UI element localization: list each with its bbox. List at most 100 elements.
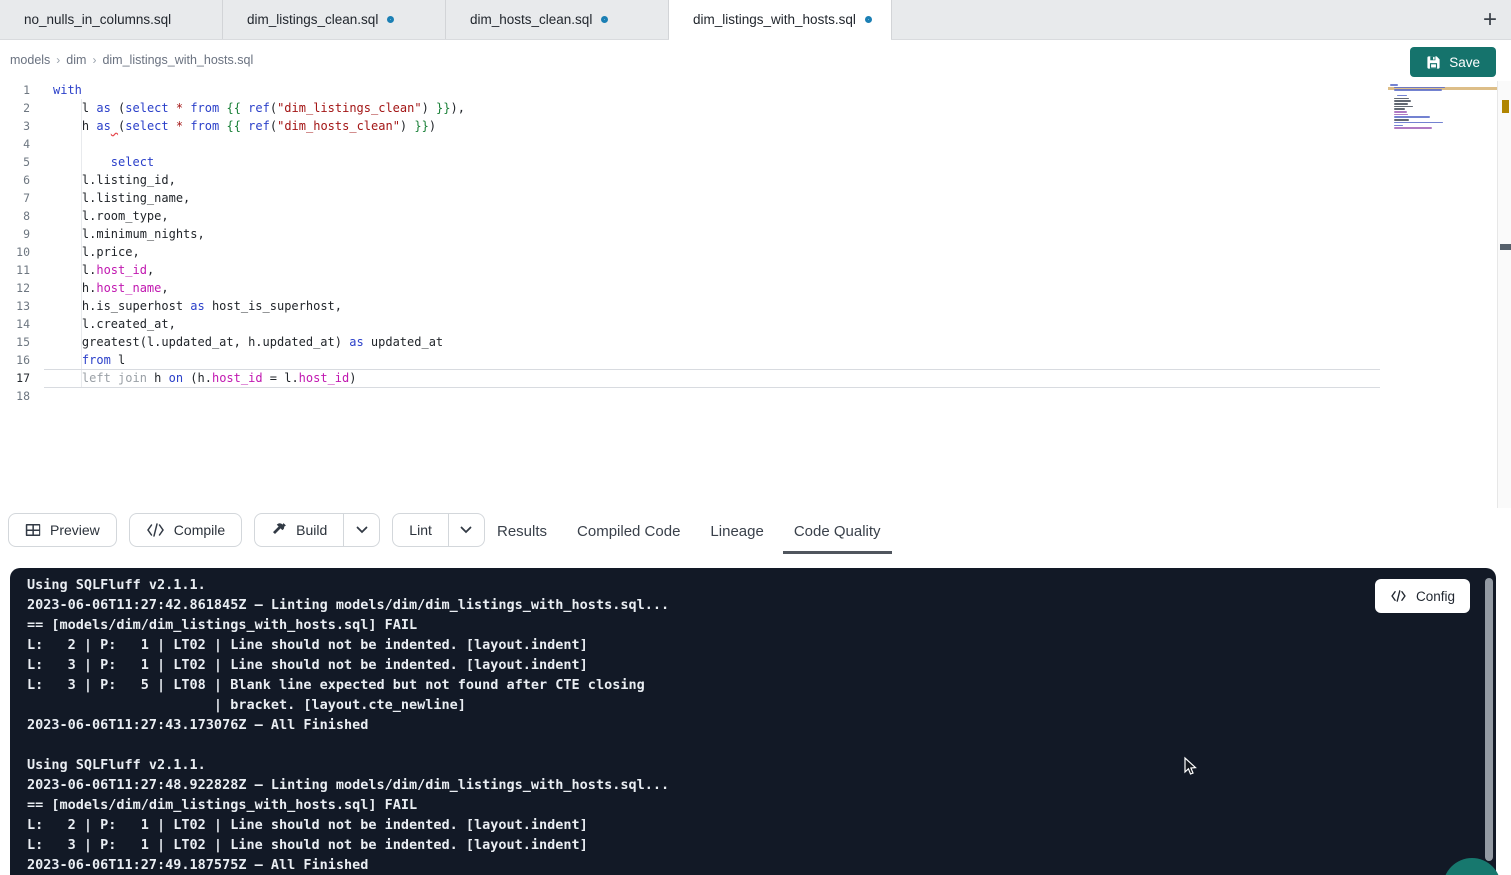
code-line[interactable]: 9 l.minimum_nights, <box>0 225 1497 243</box>
code-text: h.is_superhost as host_is_superhost, <box>53 297 342 315</box>
code-text: left join h on (h.host_id = l.host_id) <box>53 369 356 387</box>
editor-lines: 1with2 l as (select * from {{ ref("dim_l… <box>0 81 1497 405</box>
code-line[interactable]: 18 <box>0 387 1497 405</box>
breadcrumb-item[interactable]: dim_listings_with_hosts.sql <box>102 53 253 67</box>
line-number: 18 <box>0 387 30 405</box>
editor-scrollbar[interactable] <box>1497 81 1511 508</box>
config-button-label: Config <box>1416 589 1455 604</box>
config-button[interactable]: Config <box>1375 579 1470 613</box>
code-icon <box>1390 590 1407 602</box>
breadcrumb-items: models›dim›dim_listings_with_hosts.sql <box>10 53 253 67</box>
terminal-line: 2023-06-06T11:27:43.173076Z — All Finish… <box>27 715 1496 735</box>
panel-tabs: Results Compiled Code Lineage Code Quality <box>497 508 881 555</box>
terminal-line: L: 2 | P: 1 | LT02 | Line should not be … <box>27 635 1496 655</box>
code-line[interactable]: 13 h.is_superhost as host_is_superhost, <box>0 297 1497 315</box>
action-toolbar: Preview Compile Build Lint <box>0 508 1511 556</box>
code-line[interactable]: 8 l.room_type, <box>0 207 1497 225</box>
build-button[interactable]: Build <box>255 514 343 546</box>
code-line[interactable]: 16 from l <box>0 351 1497 369</box>
terminal-line: L: 2 | P: 1 | LT02 | Line should not be … <box>27 815 1496 835</box>
code-line[interactable]: 11 l.host_id, <box>0 261 1497 279</box>
terminal-line: Using SQLFluff v2.1.1. <box>27 755 1496 775</box>
breadcrumb: models›dim›dim_listings_with_hosts.sql <box>0 40 1511 80</box>
line-number: 10 <box>0 243 30 261</box>
minimap-line <box>1394 98 1410 100</box>
minimap-line <box>1397 95 1406 97</box>
minimap[interactable] <box>1388 84 1478 204</box>
compile-button[interactable]: Compile <box>129 513 242 547</box>
code-text: l.host_id, <box>53 261 154 279</box>
code-line[interactable]: 15 greatest(l.updated_at, h.updated_at) … <box>0 333 1497 351</box>
build-button-label: Build <box>296 522 327 538</box>
terminal-panel: Using SQLFluff v2.1.1. 2023-06-06T11:27:4… <box>10 568 1496 875</box>
terminal-line: == [models/dim/dim_listings_with_hosts.s… <box>27 795 1496 815</box>
editor-tab[interactable]: dim_hosts_clean.sql <box>446 0 669 39</box>
minimap-line <box>1394 100 1412 102</box>
tab-label: dim_listings_clean.sql <box>247 12 378 27</box>
breadcrumb-item[interactable]: dim <box>66 53 86 67</box>
code-text: l.price, <box>53 243 140 261</box>
minimap-line <box>1394 89 1442 91</box>
code-line[interactable]: 4 <box>0 135 1497 153</box>
minimap-line <box>1394 103 1409 105</box>
code-text: l.listing_id, <box>53 171 176 189</box>
panel-tab-code-quality[interactable]: Code Quality <box>794 508 881 555</box>
code-line[interactable]: 7 l.listing_name, <box>0 189 1497 207</box>
minimap-line <box>1394 119 1410 121</box>
code-line[interactable]: 10 l.price, <box>0 243 1497 261</box>
code-editor[interactable]: 1with2 l as (select * from {{ ref("dim_l… <box>0 81 1497 508</box>
build-menu-button[interactable] <box>343 514 379 546</box>
terminal-line: Using SQLFluff v2.1.1. <box>27 575 1496 595</box>
code-line[interactable]: 14 l.created_at, <box>0 315 1497 333</box>
terminal-line: L: 3 | P: 1 | LT02 | Line should not be … <box>27 835 1496 855</box>
lint-menu-button[interactable] <box>448 514 484 546</box>
editor-tab[interactable]: dim_listings_with_hosts.sql <box>669 0 892 39</box>
editor-tab[interactable]: no_nulls_in_columns.sql <box>0 0 223 39</box>
line-number: 14 <box>0 315 30 333</box>
lint-button[interactable]: Lint <box>393 514 448 546</box>
warning-marker-icon <box>1502 100 1509 113</box>
panel-tab-lineage[interactable]: Lineage <box>710 508 763 555</box>
minimap-line <box>1394 114 1409 116</box>
code-line[interactable]: 3 h as (select * from {{ ref("dim_hosts_… <box>0 117 1497 135</box>
code-text: l.created_at, <box>53 315 176 333</box>
code-text: h as (select * from {{ ref("dim_hosts_cl… <box>53 117 436 135</box>
code-line[interactable]: 12 h.host_name, <box>0 279 1497 297</box>
minimap-line <box>1394 111 1407 113</box>
panel-tab-results[interactable]: Results <box>497 508 547 555</box>
minimap-line <box>1394 116 1430 118</box>
breadcrumb-item[interactable]: models <box>10 53 50 67</box>
line-number: 6 <box>0 171 30 189</box>
minimap-line <box>1394 106 1413 108</box>
code-text: h.host_name, <box>53 279 169 297</box>
code-text: from l <box>53 351 125 369</box>
tab-label: dim_hosts_clean.sql <box>470 12 592 27</box>
code-line[interactable]: 6 l.listing_id, <box>0 171 1497 189</box>
preview-button[interactable]: Preview <box>8 513 117 547</box>
code-line[interactable]: 1with <box>0 81 1497 99</box>
code-line[interactable]: 2 l as (select * from {{ ref("dim_listin… <box>0 99 1497 117</box>
terminal-scrollbar[interactable] <box>1485 578 1493 861</box>
scrollbar-thumb[interactable] <box>1500 244 1511 250</box>
new-tab-button[interactable]: + <box>1469 0 1511 39</box>
code-line[interactable]: 5 select <box>0 153 1497 171</box>
code-text: l.room_type, <box>53 207 169 225</box>
code-text: l.listing_name, <box>53 189 190 207</box>
terminal-line: L: 3 | P: 1 | LT02 | Line should not be … <box>27 655 1496 675</box>
code-line[interactable]: 17 left join h on (h.host_id = l.host_id… <box>0 369 1497 387</box>
terminal-line: | bracket. [layout.cte_newline] <box>27 695 1496 715</box>
modified-dot-icon <box>865 16 872 23</box>
floppy-icon <box>1426 55 1441 70</box>
line-number: 3 <box>0 117 30 135</box>
code-text: greatest(l.updated_at, h.updated_at) as … <box>53 333 443 351</box>
build-split-button: Build <box>254 513 380 547</box>
line-number: 13 <box>0 297 30 315</box>
indent-guide <box>81 99 82 387</box>
minimap-line <box>1394 87 1446 89</box>
code-text: l.minimum_nights, <box>53 225 205 243</box>
panel-tab-compiled-code[interactable]: Compiled Code <box>577 508 680 555</box>
modified-dot-icon <box>601 16 608 23</box>
breadcrumb-separator-icon: › <box>92 53 96 67</box>
editor-tab[interactable]: dim_listings_clean.sql <box>223 0 446 39</box>
save-button[interactable]: Save <box>1410 47 1496 77</box>
